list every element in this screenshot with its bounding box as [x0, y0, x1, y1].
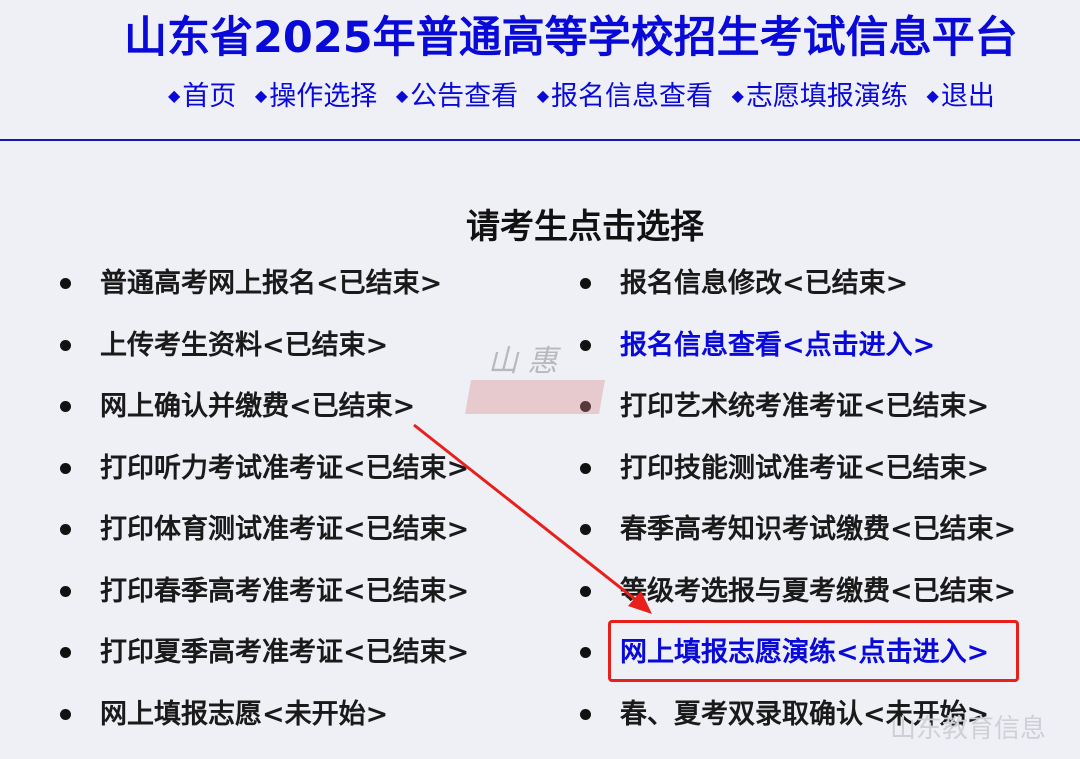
- list-item: 打印听力考试准考证<已结束>: [58, 438, 469, 500]
- list-item: 报名信息修改<已结束>: [578, 253, 1016, 315]
- bullet-dot-icon: [580, 708, 591, 720]
- diamond-bullet-icon: ◆: [731, 86, 744, 105]
- item-label: 报名信息查看<点击进入>: [620, 329, 936, 361]
- top-nav: ◆首页 ◆操作选择 ◆公告查看 ◆报名信息查看 ◆志愿填报演练 ◆退出: [168, 74, 1005, 119]
- item-label: 上传考生资料<已结束>: [100, 329, 389, 361]
- bullet-dot-icon: [580, 462, 591, 474]
- nav-operation-select[interactable]: ◆操作选择: [255, 81, 377, 112]
- watermark-stamp: 山 惠: [465, 336, 608, 426]
- watermark-seal: [465, 380, 605, 414]
- nav-label: 志愿填报演练: [745, 81, 908, 112]
- nav-volunteer-practice[interactable]: ◆志愿填报演练: [732, 81, 908, 112]
- item-label: 等级考选报与夏考缴费<已结束>: [620, 575, 1017, 607]
- diamond-bullet-icon: ◆: [168, 86, 181, 105]
- item-label: 打印夏季高考准考证<已结束>: [100, 637, 470, 668]
- diamond-bullet-icon: ◆: [536, 86, 550, 105]
- nav-registration-info[interactable]: ◆报名信息查看: [537, 81, 713, 112]
- bullet-dot-icon: [60, 401, 71, 412]
- bullet-dot-icon: [580, 585, 591, 597]
- nav-label: 首页: [182, 81, 237, 112]
- watermark-glyph: 山 惠: [488, 344, 558, 379]
- list-item: 网上确认并缴费<已结束>: [58, 376, 469, 438]
- bullet-dot-icon: [580, 647, 591, 658]
- item-label: 打印听力考试准考证<已结束>: [100, 452, 470, 484]
- item-label: 打印技能测试准考证<已结束>: [620, 452, 990, 484]
- list-item: 网上填报志愿<未开始>: [58, 684, 469, 746]
- site-title: 山东省2025年普通高等学校招生考试信息平台: [124, 13, 1018, 63]
- nav-logout[interactable]: ◆退出: [927, 81, 995, 112]
- list-item: 打印体育测试准考证<已结束>: [58, 499, 469, 561]
- highlight-box: [608, 620, 1019, 682]
- bullet-dot-icon: [60, 339, 71, 351]
- left-option-list: 普通高考网上报名<已结束> 上传考生资料<已结束> 网上确认并缴费<已结束> 打…: [58, 253, 469, 745]
- list-item: 打印艺术统考准考证<已结束>: [578, 376, 1016, 438]
- bullet-dot-icon: [580, 524, 591, 535]
- nav-label: 操作选择: [269, 81, 378, 112]
- bullet-dot-icon: [60, 524, 71, 535]
- list-item: 打印技能测试准考证<已结束>: [578, 438, 1016, 500]
- item-label: 打印体育测试准考证<已结束>: [100, 514, 470, 545]
- registration-info-view-link[interactable]: 报名信息查看<点击进入>: [578, 315, 1016, 377]
- header: 山东省2025年普通高等学校招生考试信息平台 ◆首页 ◆操作选择 ◆公告查看 ◆…: [0, 0, 1080, 141]
- list-item: 上传考生资料<已结束>: [58, 315, 469, 377]
- watermark-corner: 山东教育信息: [889, 714, 1046, 744]
- diamond-bullet-icon: ◆: [254, 86, 268, 105]
- bullet-dot-icon: [60, 647, 71, 658]
- item-label: 打印春季高考准考证<已结束>: [100, 575, 470, 607]
- bullet-dot-icon: [60, 708, 71, 720]
- nav-label: 报名信息查看: [551, 81, 714, 112]
- nav-announcements[interactable]: ◆公告查看: [396, 81, 518, 112]
- diamond-bullet-icon: ◆: [926, 86, 939, 105]
- list-item: 等级考选报与夏考缴费<已结束>: [578, 561, 1016, 623]
- item-label: 春季高考知识考试缴费<已结束>: [620, 514, 1017, 545]
- bullet-dot-icon: [60, 462, 71, 474]
- list-item: 普通高考网上报名<已结束>: [58, 253, 469, 315]
- bullet-dot-icon: [580, 278, 591, 289]
- bullet-dot-icon: [60, 585, 71, 597]
- item-label: 普通高考网上报名<已结束>: [100, 268, 443, 299]
- item-label: 打印艺术统考准考证<已结束>: [620, 391, 990, 422]
- page-title: 请考生点击选择: [466, 207, 704, 247]
- list-item: 打印春季高考准考证<已结束>: [58, 561, 469, 623]
- item-label: 网上填报志愿<未开始>: [100, 698, 389, 730]
- item-label: 网上确认并缴费<已结束>: [100, 391, 416, 422]
- bullet-dot-icon: [60, 278, 71, 289]
- nav-label: 公告查看: [410, 81, 519, 112]
- diamond-bullet-icon: ◆: [395, 86, 409, 105]
- list-item: 打印夏季高考准考证<已结束>: [58, 622, 469, 684]
- item-label: 报名信息修改<已结束>: [620, 268, 909, 299]
- list-item: 春季高考知识考试缴费<已结束>: [578, 499, 1016, 561]
- nav-home[interactable]: ◆首页: [168, 81, 236, 112]
- nav-label: 退出: [940, 81, 995, 112]
